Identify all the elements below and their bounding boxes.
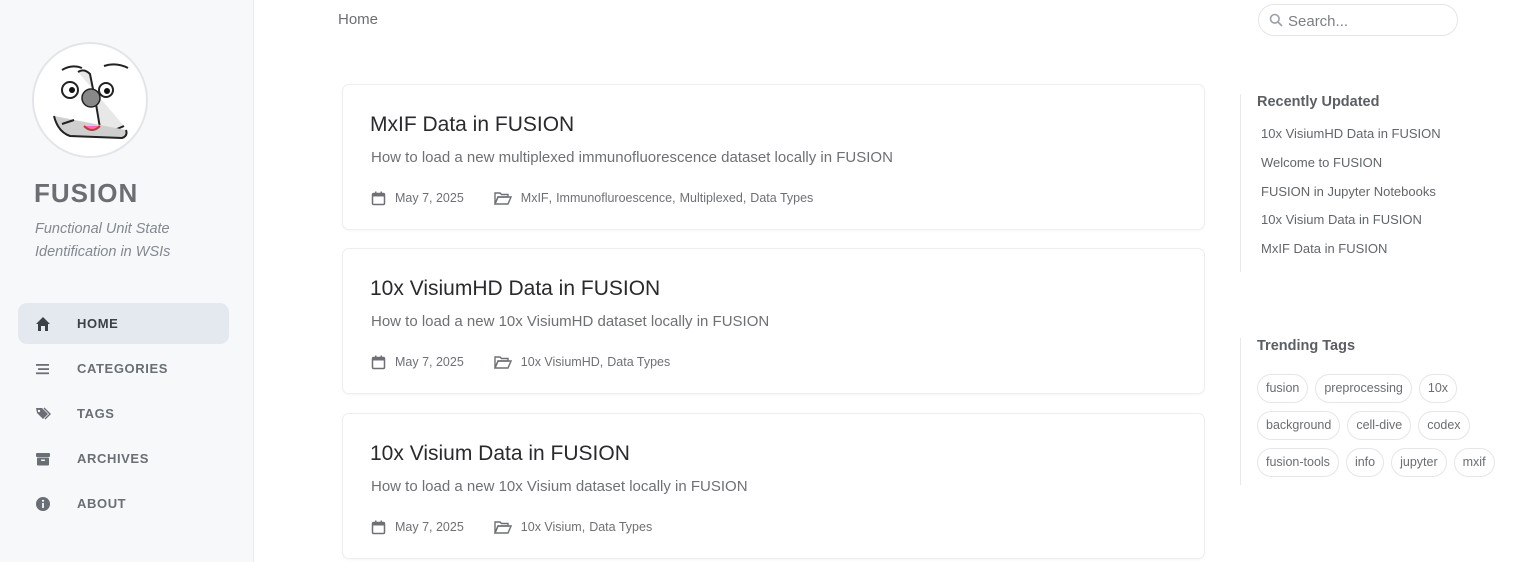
post-meta: May 7, 2025 MxIF, Immunofluroescence, Mu… <box>371 189 813 207</box>
recently-updated-panel: Recently Updated 10x VisiumHD Data in FU… <box>1240 94 1441 272</box>
tag-jupyter[interactable]: jupyter <box>1391 448 1447 477</box>
info-icon <box>36 497 50 511</box>
search-icon <box>1269 13 1283 27</box>
sidebar-nav: HOME CATEGORIES TAGS ARCHIVES ABOUT <box>18 303 229 528</box>
post-card[interactable]: 10x Visium Data in FUSION How to load a … <box>342 413 1205 559</box>
post-description: How to load a new 10x VisiumHD dataset l… <box>371 313 770 330</box>
post-category[interactable]: Immunofluroescence <box>556 191 672 205</box>
post-category[interactable]: 10x Visium <box>521 520 582 534</box>
stream-icon <box>36 364 49 375</box>
calendar-icon <box>371 520 386 534</box>
tag-fusion-tools[interactable]: fusion-tools <box>1257 448 1339 477</box>
post-title[interactable]: MxIF Data in FUSION <box>370 113 574 137</box>
nav-label-tags: TAGS <box>77 406 115 421</box>
nav-item-categories[interactable]: CATEGORIES <box>18 348 229 389</box>
post-category[interactable]: Multiplexed <box>680 191 743 205</box>
post-date: May 7, 2025 <box>395 191 464 205</box>
tag-fusion[interactable]: fusion <box>1257 374 1309 403</box>
nav-label-about: ABOUT <box>77 496 127 511</box>
nav-item-about[interactable]: ABOUT <box>18 483 229 524</box>
calendar-icon <box>371 355 386 369</box>
post-date: May 7, 2025 <box>395 520 464 534</box>
tag-info[interactable]: info <box>1345 448 1385 477</box>
recently-updated-heading: Recently Updated <box>1257 94 1380 110</box>
recent-item[interactable]: 10x VisiumHD Data in FUSION <box>1257 126 1441 155</box>
recent-item[interactable]: 10x Visium Data in FUSION <box>1257 212 1441 241</box>
recent-item[interactable]: FUSION in Jupyter Notebooks <box>1257 184 1441 213</box>
sidebar: FUSION Functional Unit State Identificat… <box>0 0 254 562</box>
nav-label-archives: ARCHIVES <box>77 451 149 466</box>
recent-item[interactable]: MxIF Data in FUSION <box>1257 241 1441 270</box>
post-category[interactable]: MxIF <box>521 191 549 205</box>
tag-list: fusion preprocessing 10x background cell… <box>1257 374 1519 485</box>
trending-tags-panel: Trending Tags fusion preprocessing 10x b… <box>1240 338 1519 485</box>
recent-item[interactable]: Welcome to FUSION <box>1257 155 1441 184</box>
tag-codex[interactable]: codex <box>1418 411 1470 440</box>
tag-cell-dive[interactable]: cell-dive <box>1347 411 1412 440</box>
site-subtitle: Functional Unit State Identification in … <box>35 221 171 260</box>
folder-open-icon <box>493 355 512 369</box>
post-meta: May 7, 2025 10x VisiumHD, Data Types <box>371 353 670 371</box>
nav-item-home[interactable]: HOME <box>18 303 229 344</box>
site-avatar[interactable] <box>32 42 148 158</box>
post-category[interactable]: Data Types <box>607 355 670 369</box>
post-category[interactable]: 10x VisiumHD <box>521 355 600 369</box>
folder-open-icon <box>493 520 512 534</box>
post-description: How to load a new multiplexed immunofluo… <box>371 149 893 166</box>
home-icon <box>36 317 50 331</box>
post-category[interactable]: Data Types <box>750 191 813 205</box>
archive-icon <box>36 453 50 466</box>
calendar-icon <box>371 191 386 205</box>
tag-mxif[interactable]: mxif <box>1453 448 1495 477</box>
post-card[interactable]: 10x VisiumHD Data in FUSION How to load … <box>342 248 1205 394</box>
tags-icon <box>36 407 51 420</box>
avatar-logo-icon <box>53 63 129 140</box>
search-box[interactable] <box>1258 4 1458 36</box>
post-title[interactable]: 10x Visium Data in FUSION <box>370 442 630 466</box>
nav-item-archives[interactable]: ARCHIVES <box>18 438 229 479</box>
site-title[interactable]: FUSION <box>34 178 138 209</box>
tag-preprocessing[interactable]: preprocessing <box>1315 374 1412 403</box>
post-meta: May 7, 2025 10x Visium, Data Types <box>371 518 652 536</box>
post-description: How to load a new 10x Visium dataset loc… <box>371 478 748 495</box>
post-date: May 7, 2025 <box>395 355 464 369</box>
search-input[interactable] <box>1288 11 1448 31</box>
folder-open-icon <box>493 191 512 205</box>
post-category[interactable]: Data Types <box>589 520 652 534</box>
trending-tags-heading: Trending Tags <box>1257 338 1356 354</box>
nav-label-home: HOME <box>77 316 119 331</box>
post-card[interactable]: MxIF Data in FUSION How to load a new mu… <box>342 84 1205 230</box>
tag-10x[interactable]: 10x <box>1418 374 1458 403</box>
breadcrumb: Home <box>338 11 379 28</box>
nav-label-categories: CATEGORIES <box>77 361 168 376</box>
tag-background[interactable]: background <box>1257 411 1341 440</box>
nav-item-tags[interactable]: TAGS <box>18 393 229 434</box>
post-title[interactable]: 10x VisiumHD Data in FUSION <box>370 277 660 301</box>
